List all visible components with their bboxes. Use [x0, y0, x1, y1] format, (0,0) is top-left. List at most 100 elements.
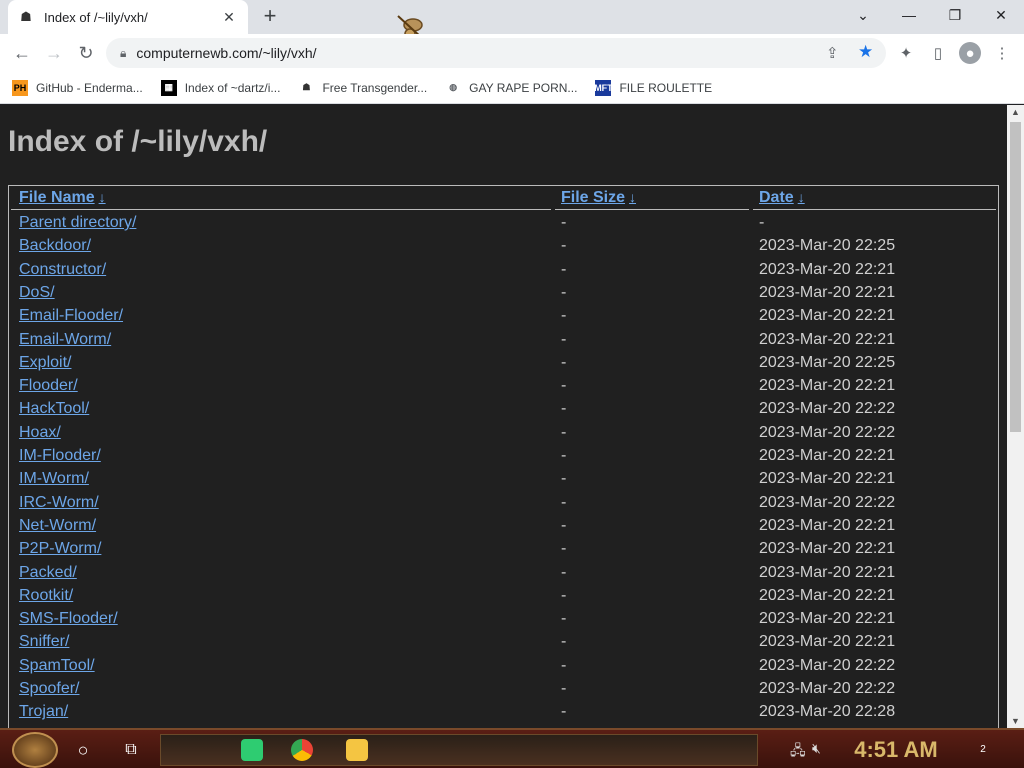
file-size: -: [561, 447, 567, 464]
sort-arrow-icon[interactable]: ↓: [798, 189, 805, 205]
file-name-link[interactable]: Email-Worm/: [19, 331, 111, 348]
file-date: 2023-Mar-20 22:21: [759, 470, 896, 488]
file-explorer-icon[interactable]: [346, 739, 368, 761]
tab-search-button[interactable]: ⌄: [840, 0, 886, 30]
notes-app-icon[interactable]: [241, 739, 263, 761]
table-row: HackTool/ - 2023-Mar-20 22:22: [9, 397, 998, 420]
sort-arrow-icon[interactable]: ↓: [629, 189, 636, 205]
mft-icon: MFT: [594, 79, 613, 96]
volume-muted-icon[interactable]: 🔇︎: [812, 740, 821, 757]
bookmark-github[interactable]: PH GitHub - Enderma...: [12, 79, 143, 96]
scroll-down-arrow-icon[interactable]: ▼: [1007, 714, 1024, 728]
bookmark-label: FILE ROULETTE: [619, 80, 713, 95]
file-date: 2023-Mar-20 22:21: [759, 283, 896, 301]
file-size: -: [561, 703, 567, 721]
file-name-link[interactable]: Packed/: [19, 564, 77, 581]
table-row: Net-Worm/ - 2023-Mar-20 22:21: [9, 514, 998, 537]
lock-icon: 🔒︎: [120, 45, 127, 60]
file-name-link[interactable]: Constructor/: [19, 261, 106, 278]
column-header-name[interactable]: File Name ↓: [19, 186, 106, 209]
profile-avatar-icon[interactable]: ●: [959, 42, 981, 64]
table-row: SpamTool/ - 2023-Mar-20 22:22: [9, 654, 998, 677]
forward-button[interactable]: →: [40, 40, 68, 66]
file-name-link[interactable]: Rootkit/: [19, 587, 73, 604]
new-tab-button[interactable]: +: [258, 5, 282, 29]
file-name-link[interactable]: Spoofer/: [19, 680, 79, 697]
sort-size-link[interactable]: File Size: [561, 189, 625, 206]
file-name-link[interactable]: Hoax/: [19, 424, 61, 441]
file-name-link[interactable]: Net-Worm/: [19, 517, 96, 534]
file-name-link[interactable]: Flooder/: [19, 377, 78, 394]
file-date: 2023-Mar-20 22:21: [759, 586, 896, 604]
vertical-scrollbar[interactable]: ▲ ▼: [1007, 105, 1024, 728]
share-icon[interactable]: ⇪: [826, 44, 839, 62]
file-date: 2023-Mar-20 22:22: [759, 656, 896, 674]
file-size: -: [561, 400, 567, 418]
table-row: Sniffer/ - 2023-Mar-20 22:21: [9, 630, 998, 653]
file-name-link[interactable]: DoS/: [19, 284, 55, 301]
file-date: 2023-Mar-20 22:22: [759, 680, 896, 697]
bookmark-gay-rape[interactable]: ◍ GAY RAPE PORN...: [445, 80, 577, 96]
start-button[interactable]: [12, 732, 58, 768]
column-header-size[interactable]: File Size ↓: [561, 186, 636, 209]
file-name-link[interactable]: SMS-Flooder/: [19, 610, 118, 627]
sort-name-link[interactable]: File Name: [19, 189, 95, 206]
bookmark-label: Free Transgender...: [322, 80, 428, 95]
chrome-app-icon[interactable]: [291, 739, 313, 761]
notification-center-icon[interactable]: 2: [972, 739, 994, 761]
minimize-button[interactable]: —: [886, 0, 932, 30]
bookmark-star-icon[interactable]: ★: [858, 42, 873, 62]
file-name-link[interactable]: IM-Worm/: [19, 470, 89, 487]
scroll-thumb[interactable]: [1010, 122, 1021, 432]
file-size: -: [561, 656, 567, 674]
sort-date-link[interactable]: Date: [759, 189, 794, 206]
file-name-link[interactable]: HackTool/: [19, 400, 89, 417]
file-size: -: [561, 330, 567, 348]
file-date: 2023-Mar-20 22:21: [759, 633, 896, 651]
network-icon[interactable]: 🖧︎: [790, 740, 806, 764]
task-view-icon[interactable]: ⧉: [119, 738, 143, 762]
title-bar: ☗ Index of /~lily/vxh/ ✕ + ⌄ — ❐ ✕: [0, 0, 1024, 40]
file-date: 2023-Mar-20 22:28: [759, 703, 896, 721]
close-tab-button[interactable]: ✕: [220, 9, 238, 26]
search-circle-icon[interactable]: ○: [71, 738, 95, 762]
address-bar[interactable]: 🔒︎ computernewb.com/~lily/vxh/: [106, 38, 886, 68]
taskbar-clock[interactable]: 4:51 AM: [836, 736, 956, 764]
file-size: -: [561, 680, 567, 697]
url-text: computernewb.com/~lily/vxh/: [136, 45, 317, 61]
table-row: Email-Flooder/ - 2023-Mar-20 22:21: [9, 304, 998, 327]
file-name-link[interactable]: Parent directory/: [19, 214, 136, 231]
extensions-icon[interactable]: ✦: [895, 42, 917, 64]
file-size: -: [561, 377, 567, 395]
file-name-link[interactable]: SpamTool/: [19, 657, 95, 674]
back-button[interactable]: ←: [8, 40, 36, 66]
sort-arrow-icon[interactable]: ↓: [99, 189, 106, 205]
file-date: 2023-Mar-20 22:22: [759, 423, 896, 441]
file-name-link[interactable]: IRC-Worm/: [19, 494, 99, 511]
file-date: 2023-Mar-20 22:22: [759, 493, 896, 511]
active-tab[interactable]: ☗ Index of /~lily/vxh/ ✕: [8, 0, 248, 34]
file-name-link[interactable]: P2P-Worm/: [19, 540, 101, 557]
column-header-date[interactable]: Date ↓: [759, 186, 805, 209]
file-name-link[interactable]: Trojan/: [19, 703, 68, 720]
file-size: -: [561, 283, 567, 301]
file-name-link[interactable]: Backdoor/: [19, 237, 91, 254]
file-size: -: [561, 586, 567, 604]
reload-button[interactable]: ↻: [72, 40, 100, 66]
header-divider: [11, 209, 551, 210]
file-size: -: [561, 610, 567, 628]
bookmark-file-roulette[interactable]: MFT FILE ROULETTE: [594, 79, 713, 96]
file-name-link[interactable]: IM-Flooder/: [19, 447, 101, 464]
bookmark-free-transgender[interactable]: ☗ Free Transgender...: [298, 80, 427, 96]
table-header: File Name ↓ File Size ↓ Date ↓: [9, 186, 998, 210]
file-name-link[interactable]: Email-Flooder/: [19, 307, 123, 324]
menu-kebab-icon[interactable]: ⋮: [991, 42, 1013, 64]
file-size: -: [561, 633, 567, 651]
side-panel-icon[interactable]: ▯: [927, 42, 949, 64]
scroll-up-arrow-icon[interactable]: ▲: [1007, 105, 1024, 119]
file-name-link[interactable]: Sniffer/: [19, 633, 69, 650]
file-name-link[interactable]: Exploit/: [19, 354, 71, 371]
bookmark-index-dartz[interactable]: ▦ Index of ~dartz/i...: [160, 79, 280, 96]
close-window-button[interactable]: ✕: [978, 0, 1024, 30]
restore-button[interactable]: ❐: [932, 0, 978, 30]
